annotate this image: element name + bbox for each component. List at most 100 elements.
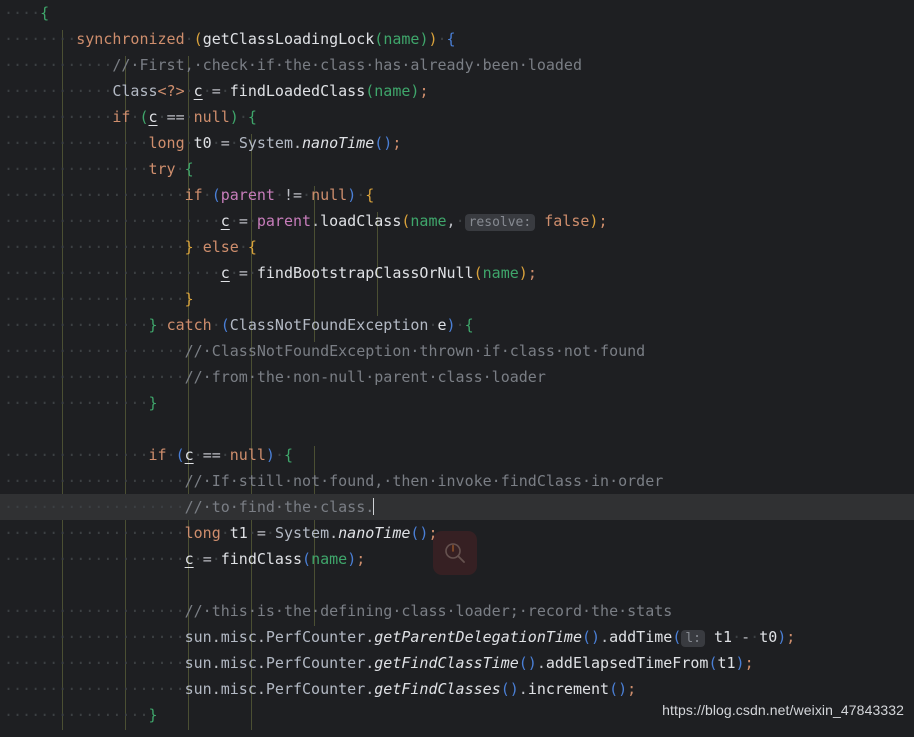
whitespace-dots bbox=[535, 212, 544, 230]
open-brace: { bbox=[446, 30, 456, 48]
paren: ) bbox=[347, 550, 357, 568]
package-name: misc bbox=[220, 654, 257, 672]
code-line[interactable]: ················try·{ bbox=[0, 156, 914, 182]
whitespace-dots: ···················· bbox=[4, 680, 185, 698]
dot: . bbox=[600, 628, 610, 646]
whitespace-dots: · bbox=[274, 186, 284, 204]
whitespace-dots: ············ bbox=[4, 82, 113, 100]
dot: . bbox=[211, 628, 221, 646]
code-line[interactable]: ············//·First,·check·if·the·class… bbox=[0, 52, 914, 78]
text-caret bbox=[373, 498, 375, 515]
method-call: nanoTime bbox=[302, 134, 375, 152]
code-line[interactable]: ····{ bbox=[0, 0, 914, 26]
method-call: getParentDelegationTime bbox=[374, 628, 582, 646]
comment: //·this·is·the·defining·class·loader;·re… bbox=[184, 602, 673, 620]
code-line[interactable]: ····················//·this·is·the·defin… bbox=[0, 598, 914, 624]
code-line[interactable]: ····················}·else·{ bbox=[0, 234, 914, 260]
whitespace-dots: · bbox=[247, 264, 257, 282]
comment: //·If·still·not·found,·then·invoke·findC… bbox=[184, 472, 664, 490]
paren: ) bbox=[735, 654, 745, 672]
paren: ) bbox=[347, 186, 357, 204]
whitespace-dots: ···················· bbox=[4, 602, 185, 620]
code-line[interactable]: ························c·=·findBootstra… bbox=[0, 260, 914, 286]
whitespace-dots: ···················· bbox=[4, 342, 185, 360]
code-line[interactable]: ····················//·from·the·non-null… bbox=[0, 364, 914, 390]
whitespace-dots: · bbox=[184, 134, 194, 152]
code-line[interactable]: ················if·(c·==·null)·{ bbox=[0, 442, 914, 468]
semicolon: ; bbox=[786, 628, 796, 646]
code-line-blank[interactable] bbox=[0, 416, 914, 442]
open-brace: { bbox=[464, 316, 474, 334]
paren: ( bbox=[365, 82, 375, 100]
inlay-hint-resolve[interactable]: resolve: bbox=[464, 214, 536, 231]
whitespace-dots: · bbox=[202, 186, 212, 204]
code-editor[interactable]: ····{ ········synchronized·(getClassLoad… bbox=[0, 0, 914, 737]
code-line[interactable]: ················} bbox=[0, 390, 914, 416]
code-line-current[interactable]: ····················//·to·find·the·class… bbox=[0, 494, 914, 520]
package-name: misc bbox=[220, 680, 257, 698]
whitespace-dots: ················ bbox=[4, 160, 149, 178]
whitespace-dots: · bbox=[193, 550, 203, 568]
dot: . bbox=[256, 680, 266, 698]
whitespace-dots: · bbox=[455, 212, 465, 230]
open-brace: { bbox=[40, 4, 50, 22]
keyword-null: null bbox=[193, 108, 230, 126]
code-line[interactable]: ····················//·If·still·not·foun… bbox=[0, 468, 914, 494]
dot: . bbox=[365, 680, 375, 698]
inlay-hint-l[interactable]: l: bbox=[681, 630, 705, 647]
whitespace-dots: ············ bbox=[4, 56, 113, 74]
code-line[interactable]: ····················c·=·findClass(name); bbox=[0, 546, 914, 572]
paren: ) bbox=[229, 108, 239, 126]
code-line[interactable]: ························c·=·parent.loadC… bbox=[0, 208, 914, 234]
whitespace-dots: ················ bbox=[4, 394, 149, 412]
paren: () bbox=[410, 524, 429, 542]
whitespace-dots: ················ bbox=[4, 316, 149, 334]
local-variable: c bbox=[193, 82, 203, 100]
open-brace: { bbox=[283, 446, 293, 464]
type-name: PerfCounter bbox=[265, 680, 366, 698]
operator: = bbox=[202, 550, 212, 568]
generic-wildcard: <?> bbox=[157, 82, 185, 100]
code-line[interactable]: ················}·catch·(ClassNotFoundEx… bbox=[0, 312, 914, 338]
semicolon: ; bbox=[419, 82, 429, 100]
operator: == bbox=[202, 446, 221, 464]
whitespace-dots: · bbox=[220, 446, 230, 464]
code-line[interactable]: ····················} bbox=[0, 286, 914, 312]
keyword-null: null bbox=[311, 186, 348, 204]
keyword-synchronized: synchronized bbox=[76, 30, 185, 48]
whitespace-dots: · bbox=[193, 446, 203, 464]
paren: ( bbox=[193, 30, 203, 48]
code-line[interactable]: ····················//·ClassNotFoundExce… bbox=[0, 338, 914, 364]
paren: ) bbox=[777, 628, 787, 646]
semicolon: ; bbox=[744, 654, 754, 672]
semicolon: ; bbox=[392, 134, 402, 152]
semicolon: ; bbox=[428, 524, 438, 542]
code-line[interactable]: ····················long·t1·=·System.nan… bbox=[0, 520, 914, 546]
paren: ) bbox=[265, 446, 275, 464]
code-lines[interactable]: ····{ ········synchronized·(getClassLoad… bbox=[0, 0, 914, 728]
code-line[interactable]: ················long·t0·=·System.nanoTim… bbox=[0, 130, 914, 156]
whitespace-dots: · bbox=[211, 550, 221, 568]
method-call: getFindClasses bbox=[374, 680, 501, 698]
package-name: misc bbox=[220, 628, 257, 646]
code-line[interactable]: ············if·(c·==·null)·{ bbox=[0, 104, 914, 130]
code-line-blank[interactable] bbox=[0, 572, 914, 598]
open-brace: { bbox=[247, 108, 257, 126]
paren: ( bbox=[374, 30, 384, 48]
paren: ( bbox=[220, 316, 230, 334]
local-variable: t1 bbox=[229, 524, 248, 542]
paren: () bbox=[374, 134, 393, 152]
whitespace-dots: ···················· bbox=[4, 290, 185, 308]
code-line[interactable]: ····················sun.misc.PerfCounter… bbox=[0, 624, 914, 650]
method-call: getFindClassTime bbox=[374, 654, 519, 672]
argument: name bbox=[482, 264, 519, 282]
code-line[interactable]: ············Class<?>·c·=·findLoadedClass… bbox=[0, 78, 914, 104]
whitespace-dots: · bbox=[211, 316, 221, 334]
method-call: findClass bbox=[220, 550, 303, 568]
code-line[interactable]: ········synchronized·(getClassLoadingLoc… bbox=[0, 26, 914, 52]
code-line[interactable]: ····················sun.misc.PerfCounter… bbox=[0, 650, 914, 676]
comment: //·to·find·the·class. bbox=[184, 498, 375, 516]
method-call: findLoadedClass bbox=[229, 82, 366, 100]
code-line[interactable]: ····················if·(parent·!=·null)·… bbox=[0, 182, 914, 208]
local-variable: c bbox=[184, 550, 194, 568]
